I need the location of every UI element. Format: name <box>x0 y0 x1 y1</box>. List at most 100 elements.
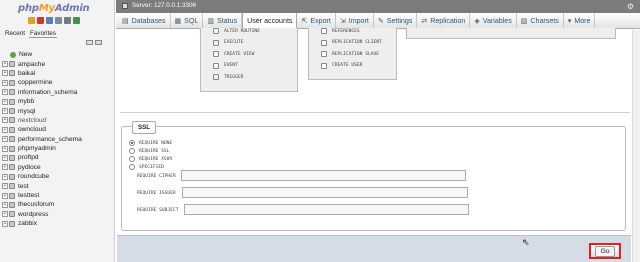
ssl-radio-option[interactable]: SPECIFIED <box>129 164 164 170</box>
tree-item-database[interactable]: + owncloud <box>2 125 82 134</box>
privilege-checkbox[interactable]: REFERENCES <box>321 28 360 34</box>
ssl-field-input[interactable] <box>182 187 468 198</box>
privilege-checkbox[interactable]: CREATE USER <box>321 62 362 69</box>
privilege-checkbox[interactable]: EVENT <box>213 62 238 69</box>
tab-recent[interactable]: Recent <box>4 30 26 38</box>
tree-item-database[interactable]: + wordpress <box>2 210 82 219</box>
tree-item-database[interactable]: + baikal <box>2 69 82 78</box>
ssl-radio-option[interactable]: REQUIRE X509 <box>129 156 172 162</box>
tree-item-database[interactable]: + ampache <box>2 59 82 68</box>
settings-icon[interactable] <box>64 17 71 24</box>
expand-icon[interactable]: + <box>2 108 8 115</box>
tree-item-database[interactable]: + testtest <box>2 191 82 200</box>
expand-icon[interactable]: + <box>2 136 8 143</box>
logout-icon[interactable] <box>37 17 44 24</box>
expand-icon[interactable]: + <box>2 98 8 105</box>
ssl-field-input[interactable] <box>184 204 469 215</box>
expand-icon[interactable]: + <box>2 70 8 77</box>
radio-button[interactable] <box>129 156 135 162</box>
privilege-checkbox[interactable]: REPLICATION CLIENT <box>321 39 382 46</box>
expand-icon[interactable]: + <box>2 183 8 190</box>
replication-icon: ⇄ <box>421 17 428 25</box>
tree-item-database[interactable]: + mysql <box>2 106 82 115</box>
ssl-radio-option[interactable]: REQUIRE SSL <box>129 148 169 154</box>
privilege-checkbox[interactable]: ALTER ROUTINE <box>213 28 260 34</box>
go-button[interactable]: Go <box>589 243 621 259</box>
expand-icon[interactable]: + <box>2 220 8 227</box>
tab-export[interactable]: ⇱ Export <box>297 13 336 28</box>
link-with-main-icon[interactable] <box>95 40 102 45</box>
tree-item-database[interactable]: + performance_schema <box>2 135 82 144</box>
tab-charsets[interactable]: ▨ Charsets <box>517 13 564 28</box>
collapse-all-icon[interactable] <box>86 40 93 45</box>
radio-button[interactable] <box>129 148 135 154</box>
expand-icon[interactable]: + <box>2 126 8 133</box>
tab-settings[interactable]: ✎ Settings <box>374 13 418 28</box>
tree-item-database[interactable]: + test <box>2 181 82 190</box>
expand-icon[interactable]: + <box>2 79 8 86</box>
ssl-radio-option[interactable]: REQUIRE NONE <box>129 140 172 146</box>
tree-item-database[interactable]: + phpmyadmin <box>2 144 82 153</box>
database-icon <box>9 183 15 190</box>
expand-icon[interactable]: + <box>2 117 8 124</box>
reload-icon[interactable] <box>73 17 80 24</box>
tab-databases[interactable]: ▤ Databases <box>118 13 171 28</box>
tree-item-database[interactable]: + roundcube <box>2 172 82 181</box>
gear-icon[interactable]: ⚙ <box>627 2 634 11</box>
expand-icon[interactable]: + <box>2 164 8 171</box>
checkbox[interactable] <box>321 28 327 34</box>
docs-icon[interactable] <box>55 17 62 24</box>
tab-status[interactable]: ▥ Status <box>203 13 243 28</box>
tab-favorites[interactable]: Favorites <box>28 30 57 38</box>
expand-icon[interactable]: + <box>2 211 8 218</box>
expand-icon[interactable]: + <box>2 173 8 180</box>
privilege-checkbox[interactable]: REPLICATION SLAVE <box>321 51 379 58</box>
tree-item-database[interactable]: + mybb <box>2 97 82 106</box>
expand-icon[interactable]: + <box>2 201 8 208</box>
tab-replication[interactable]: ⇄ Replication <box>417 13 471 28</box>
server-breadcrumb[interactable]: Server: 127.0.0.1:3306 <box>132 2 196 9</box>
database-icon <box>9 192 15 199</box>
tree-item-database[interactable]: + nextcloud <box>2 116 82 125</box>
tree-item-label: mybb <box>18 98 35 106</box>
tree-item-new[interactable]: New <box>2 50 82 59</box>
expand-icon[interactable]: + <box>2 192 8 199</box>
checkbox[interactable] <box>213 74 219 81</box>
tree-item-database[interactable]: + information_schema <box>2 88 82 97</box>
expand-icon[interactable]: + <box>2 154 8 161</box>
expand-icon[interactable]: + <box>2 61 8 68</box>
main-scrollbar[interactable] <box>632 30 640 262</box>
tree-item-label: test <box>18 182 29 190</box>
privilege-label: EVENT <box>224 63 238 69</box>
expand-icon[interactable]: + <box>2 145 8 152</box>
privilege-checkbox[interactable]: TRIGGER <box>213 74 243 81</box>
tab-import[interactable]: ⇲ Import <box>336 13 374 28</box>
phpmyadmin-logo[interactable]: phpMyAdmin <box>18 3 90 14</box>
tree-item-database[interactable]: + zabbix <box>2 219 82 228</box>
radio-button[interactable] <box>129 140 135 146</box>
tab-user-accounts[interactable]: User accounts <box>242 13 298 28</box>
checkbox[interactable] <box>213 51 219 58</box>
help-icon[interactable] <box>46 17 53 24</box>
checkbox[interactable] <box>213 28 219 34</box>
expand-icon[interactable]: + <box>2 89 8 96</box>
tab-sql[interactable]: ▦ SQL <box>171 13 204 28</box>
tab-more[interactable]: ▾ More <box>564 13 596 28</box>
ssl-field-input[interactable] <box>181 170 466 181</box>
tree-item-database[interactable]: + coppermine <box>2 78 82 87</box>
privilege-checkbox[interactable]: EXECUTE <box>213 39 243 46</box>
tree-item-database[interactable]: + thecusforum <box>2 200 82 209</box>
charsets-icon: ▨ <box>520 17 528 25</box>
checkbox[interactable] <box>213 39 219 46</box>
checkbox[interactable] <box>213 62 219 69</box>
checkbox[interactable] <box>321 62 327 69</box>
radio-button[interactable] <box>129 164 135 170</box>
tree-item-database[interactable]: + pydioce <box>2 163 82 172</box>
privilege-checkbox[interactable]: CREATE VIEW <box>213 51 254 58</box>
checkbox[interactable] <box>321 51 327 58</box>
tab-label: Variables <box>482 16 512 25</box>
checkbox[interactable] <box>321 39 327 46</box>
tree-item-database[interactable]: + proftpd <box>2 153 82 162</box>
home-icon[interactable] <box>28 17 35 24</box>
tab-variables[interactable]: ◈ Variables <box>470 13 517 28</box>
